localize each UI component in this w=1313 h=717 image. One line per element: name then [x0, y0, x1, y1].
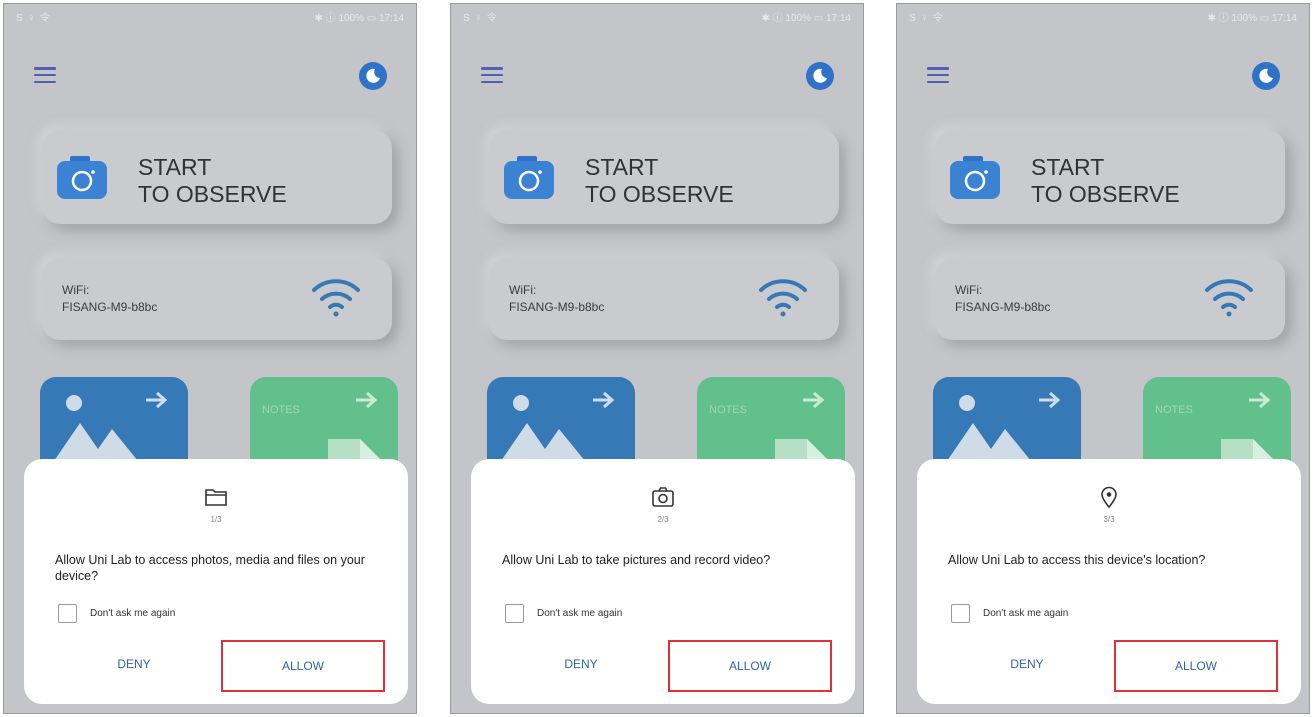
wifi-card[interactable]: WiFi: FISANG-M9-b8bc — [489, 258, 839, 340]
moon-icon — [1259, 68, 1273, 83]
status-bar: S ♀ 令 ✱ ⓘ 100% ▭ 17:14 — [4, 4, 416, 26]
dialog-message: Allow Uni Lab to take pictures and recor… — [502, 553, 771, 567]
start-observe-label: START TO OBSERVE — [1031, 154, 1180, 208]
hamburger-menu-icon[interactable] — [34, 67, 56, 84]
moon-icon — [813, 68, 827, 83]
permission-dialog: 1/3 Allow Uni Lab to access photos, medi… — [24, 459, 408, 704]
wifi-card[interactable]: WiFi: FISANG-M9-b8bc — [42, 258, 392, 340]
hamburger-menu-icon[interactable] — [927, 67, 949, 84]
gallery-image-icon — [947, 395, 1031, 461]
dont-ask-checkbox[interactable] — [505, 604, 524, 623]
phone-screen-3: S ♀ 令 ✱ ⓘ 100% ▭ 17:14 START TO OBSERVE … — [896, 3, 1310, 714]
dialog-message: Allow Uni Lab to access photos, media an… — [55, 553, 365, 583]
status-left: S ♀ 令 — [909, 13, 944, 24]
moon-icon — [366, 68, 380, 83]
start-line-1: START — [585, 154, 659, 180]
dont-ask-label: Don't ask me again — [983, 608, 1069, 619]
start-line-2: TO OBSERVE — [138, 181, 287, 207]
status-right: ✱ ⓘ 100% ▭ 17:14 — [761, 13, 851, 24]
wifi-ssid: FISANG-M9-b8bc — [955, 300, 1051, 314]
deny-button[interactable]: DENY — [531, 657, 631, 671]
dark-mode-toggle[interactable] — [1252, 62, 1280, 90]
wifi-info: WiFi: FISANG-M9-b8bc — [955, 282, 1050, 316]
start-line-2: TO OBSERVE — [585, 181, 734, 207]
dark-mode-toggle[interactable] — [359, 62, 387, 90]
dialog-message: Allow Uni Lab to access this device's lo… — [948, 553, 1206, 567]
deny-button[interactable]: DENY — [977, 657, 1077, 671]
permission-dialog: 3/3 Allow Uni Lab to access this device'… — [917, 459, 1301, 704]
deny-button[interactable]: DENY — [84, 657, 184, 671]
dialog-step: 2/3 — [657, 515, 669, 524]
gallery-image-icon — [54, 395, 138, 461]
arrow-right-icon — [593, 391, 615, 409]
start-line-1: START — [138, 154, 212, 180]
location-icon — [1101, 486, 1117, 509]
notes-label: NOTES — [262, 404, 300, 416]
dont-ask-label: Don't ask me again — [537, 608, 623, 619]
start-line-2: TO OBSERVE — [1031, 181, 1180, 207]
start-observe-label: START TO OBSERVE — [138, 154, 287, 208]
dont-ask-checkbox[interactable] — [58, 604, 77, 623]
wifi-icon — [759, 279, 807, 317]
start-observe-button[interactable]: START TO OBSERVE — [489, 130, 839, 224]
status-bar: S ♀ 令 ✱ ⓘ 100% ▭ 17:14 — [897, 4, 1309, 26]
camera-icon — [57, 156, 107, 199]
camera-icon — [652, 487, 674, 507]
wifi-icon — [312, 279, 360, 317]
status-right: ✱ ⓘ 100% ▭ 17:14 — [1207, 13, 1297, 24]
wifi-label: WiFi: — [509, 283, 537, 297]
wifi-card[interactable]: WiFi: FISANG-M9-b8bc — [935, 258, 1285, 340]
gallery-image-icon — [501, 395, 585, 461]
arrow-right-icon — [803, 391, 825, 409]
arrow-right-icon — [356, 391, 378, 409]
start-observe-button[interactable]: START TO OBSERVE — [42, 130, 392, 224]
folder-icon — [205, 489, 227, 506]
notes-label: NOTES — [709, 404, 747, 416]
allow-button[interactable]: ALLOW — [221, 640, 385, 692]
status-bar: S ♀ 令 ✱ ⓘ 100% ▭ 17:14 — [451, 4, 863, 26]
status-right: ✱ ⓘ 100% ▭ 17:14 — [314, 13, 404, 24]
camera-icon — [950, 156, 1000, 199]
status-left: S ♀ 令 — [463, 13, 498, 24]
arrow-right-icon — [1039, 391, 1061, 409]
arrow-right-icon — [146, 391, 168, 409]
phone-screen-2: S ♀ 令 ✱ ⓘ 100% ▭ 17:14 START TO OBSERVE … — [450, 3, 864, 714]
notes-label: NOTES — [1155, 404, 1193, 416]
wifi-icon — [1205, 279, 1253, 317]
wifi-info: WiFi: FISANG-M9-b8bc — [62, 282, 157, 316]
dont-ask-checkbox[interactable] — [951, 604, 970, 623]
wifi-label: WiFi: — [955, 283, 983, 297]
allow-button[interactable]: ALLOW — [668, 640, 832, 692]
start-observe-button[interactable]: START TO OBSERVE — [935, 130, 1285, 224]
permission-dialog: 2/3 Allow Uni Lab to take pictures and r… — [471, 459, 855, 704]
screenshot-panels: S ♀ 令 ✱ ⓘ 100% ▭ 17:14 START TO OBSERVE … — [0, 0, 1313, 717]
dont-ask-label: Don't ask me again — [90, 608, 176, 619]
arrow-right-icon — [1249, 391, 1271, 409]
dark-mode-toggle[interactable] — [806, 62, 834, 90]
phone-screen-1: S ♀ 令 ✱ ⓘ 100% ▭ 17:14 START TO OBSERVE … — [3, 3, 417, 714]
wifi-ssid: FISANG-M9-b8bc — [62, 300, 158, 314]
wifi-ssid: FISANG-M9-b8bc — [509, 300, 605, 314]
hamburger-menu-icon[interactable] — [481, 67, 503, 84]
status-left: S ♀ 令 — [16, 13, 51, 24]
wifi-info: WiFi: FISANG-M9-b8bc — [509, 282, 604, 316]
wifi-label: WiFi: — [62, 283, 90, 297]
dialog-step: 1/3 — [210, 515, 222, 524]
start-observe-label: START TO OBSERVE — [585, 154, 734, 208]
camera-icon — [504, 156, 554, 199]
start-line-1: START — [1031, 154, 1105, 180]
dialog-step: 3/3 — [1103, 515, 1115, 524]
allow-button[interactable]: ALLOW — [1114, 640, 1278, 692]
